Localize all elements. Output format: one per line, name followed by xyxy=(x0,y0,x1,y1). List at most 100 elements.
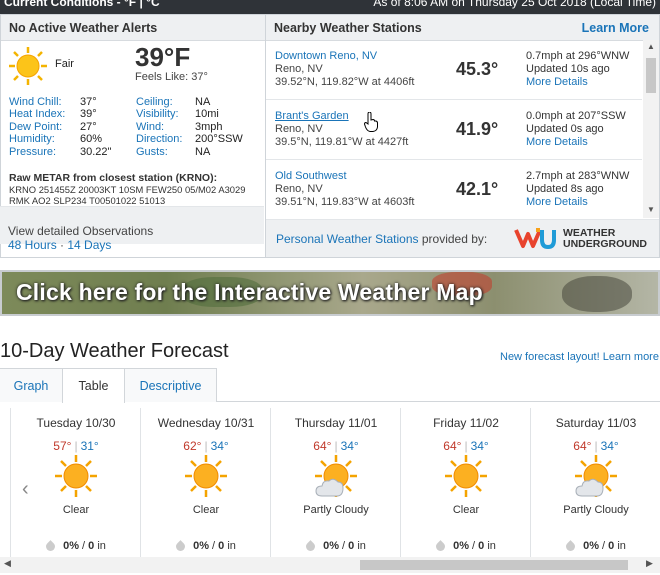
day-condition: Clear xyxy=(452,504,480,516)
metric-value: 37° xyxy=(80,96,97,108)
hi-lo: 62° | 34° xyxy=(141,439,271,453)
metric-value: NA xyxy=(195,96,211,108)
hi-lo-separator: | xyxy=(334,439,338,453)
raindrop-icon xyxy=(44,539,57,553)
metric-label[interactable]: Wind: xyxy=(136,121,195,133)
station-city: Reno, NV xyxy=(275,123,323,135)
station-name-link[interactable]: Brant's Garden xyxy=(275,110,349,122)
history-links: 48 Hours · 14 Days xyxy=(8,238,111,252)
station-updated: Updated 8s ago xyxy=(526,183,604,195)
precip-slash: / xyxy=(338,540,349,552)
station-list-scrollbar[interactable]: ▲ ▼ xyxy=(643,40,659,218)
metric-label[interactable]: Heat Index: xyxy=(9,108,80,120)
station-item: Downtown Reno, NV Reno, NV 39.52°N, 119.… xyxy=(266,40,642,100)
weather-underground-wordmark: WEATHER UNDERGROUND xyxy=(563,228,647,250)
sun-icon xyxy=(185,455,227,497)
station-location: 39.51°N, 119.83°W at 4603ft xyxy=(275,196,415,208)
new-layout-link[interactable]: New forecast layout! Learn more xyxy=(500,351,659,363)
precip: 0% / 0 in xyxy=(141,539,271,553)
forecast-day: Tuesday 10/30 57° | 31° Clear 0% / 0 in xyxy=(10,408,140,558)
scroll-thumb[interactable] xyxy=(646,58,656,93)
alerts-title: No Active Weather Alerts xyxy=(1,15,265,41)
forecast-day: Friday 11/02 64° | 34° Clear 0% / 0 in xyxy=(400,408,530,558)
more-details-link[interactable]: More Details xyxy=(526,76,588,88)
metric-label[interactable]: Pressure: xyxy=(9,146,80,158)
condition-text: Fair xyxy=(55,58,74,70)
tab-table[interactable]: Table xyxy=(62,368,125,403)
view-detailed-observations: View detailed Observations xyxy=(8,224,154,238)
scroll-down-arrow-icon[interactable]: ▼ xyxy=(647,205,655,214)
metric-value: 60% xyxy=(80,133,103,146)
scroll-left-arrow-icon[interactable]: ◀ xyxy=(4,558,11,569)
weather-underground-logo-icon[interactable] xyxy=(514,226,556,250)
station-name-link[interactable]: Downtown Reno, NV xyxy=(275,50,377,62)
metric-label[interactable]: Wind Chill: xyxy=(9,96,80,108)
station-updated: Updated 0s ago xyxy=(526,123,604,135)
precip-unit: in xyxy=(224,540,236,552)
precip-slash: / xyxy=(468,540,479,552)
current-conditions-bar: Current Conditions - °F | °C As of 8:06 … xyxy=(0,0,660,14)
metric-value: 39° xyxy=(80,108,97,121)
high-temp: 64° xyxy=(443,439,462,453)
forecast-scrollbar[interactable]: ◀ ▶ xyxy=(0,557,660,573)
tab-descriptive[interactable]: Descriptive xyxy=(124,368,217,402)
precip-chance: 0% xyxy=(63,540,79,552)
precip: 0% / 0 in xyxy=(11,539,141,553)
day-name: Friday 11/02 xyxy=(433,416,499,430)
metric-row: Heat Index: 39° Visibility: 10mi xyxy=(9,108,259,120)
metrics-grid: Wind Chill: 37° Ceiling: NA Heat Index: 39°… xyxy=(9,96,259,158)
station-name-link[interactable]: Old Southwest xyxy=(275,170,347,182)
units-toggle[interactable]: Current Conditions - °F | °C xyxy=(4,0,160,9)
day-condition: Clear xyxy=(62,504,90,516)
learn-more-link[interactable]: Learn More xyxy=(582,15,649,41)
low-temp: 34° xyxy=(340,439,359,453)
provided-by-text: provided by: xyxy=(418,232,488,246)
metric-label[interactable]: Ceiling: xyxy=(136,96,195,108)
forecast-day: Saturday 11/03 64° | 34° Partly Cloudy 0% / 0… xyxy=(530,408,660,558)
scroll-right-arrow-icon[interactable]: ▶ xyxy=(646,558,653,569)
precip-chance: 0% xyxy=(453,540,469,552)
metric-label[interactable]: Gusts: xyxy=(136,146,195,158)
metar-line: RMK AO2 SLP234 T00501022 51013 xyxy=(9,195,166,206)
station-item: Brant's Garden Reno, NV 39.5°N, 119.81°W… xyxy=(266,100,642,160)
more-details-link[interactable]: More Details xyxy=(526,196,588,208)
metric-value: 200°SSW xyxy=(195,133,243,146)
hi-lo: 64° | 34° xyxy=(531,439,660,453)
scroll-up-arrow-icon[interactable]: ▲ xyxy=(647,42,655,51)
metric-label[interactable]: Direction: xyxy=(136,133,195,145)
precip-slash: / xyxy=(78,540,89,552)
metric-label[interactable]: Visibility: xyxy=(136,108,195,120)
metric-label[interactable]: Humidity: xyxy=(9,133,80,145)
sun-icon xyxy=(55,455,97,497)
metric-value: 3mph xyxy=(195,120,223,133)
precip-chance: 0% xyxy=(583,540,599,552)
metric-label[interactable]: Dew Point: xyxy=(9,121,80,133)
48-hours-link[interactable]: 48 Hours xyxy=(8,238,57,252)
station-list[interactable]: Downtown Reno, NV Reno, NV 39.52°N, 119.… xyxy=(266,40,642,217)
precip-unit: in xyxy=(484,540,496,552)
scroll-thumb[interactable] xyxy=(360,560,628,570)
tab-graph[interactable]: Graph xyxy=(0,368,63,402)
metric-value: 27° xyxy=(80,120,97,133)
interactive-map-banner[interactable]: Click here for the Interactive Weather M… xyxy=(0,270,660,316)
more-details-link[interactable]: More Details xyxy=(526,136,588,148)
day-condition: Partly Cloudy xyxy=(563,504,629,516)
hi-lo-separator: | xyxy=(464,439,468,453)
station-wind: 2.7mph at 283°WNW xyxy=(526,170,630,182)
feels-like: Feels Like: 37° xyxy=(135,71,208,83)
station-city: Reno, NV xyxy=(275,183,323,195)
personal-weather-stations-link[interactable]: Personal Weather Stations xyxy=(276,232,419,246)
station-city: Reno, NV xyxy=(275,63,323,75)
day-condition: Clear xyxy=(192,504,220,516)
14-days-link[interactable]: 14 Days xyxy=(67,238,111,252)
metric-row: Dew Point: 27° Wind: 3mph xyxy=(9,121,259,133)
low-temp: 34° xyxy=(470,439,489,453)
dot-separator: · xyxy=(56,238,68,252)
pws-credit: Personal Weather Stations provided by: xyxy=(276,232,487,246)
partly-cloudy-icon xyxy=(575,455,617,497)
sun-icon xyxy=(445,455,487,497)
hi-lo-separator: | xyxy=(74,439,78,453)
raindrop-icon xyxy=(174,539,187,553)
station-item: Old Southwest Reno, NV 39.51°N, 119.83°W… xyxy=(266,160,642,217)
stations-title: Nearby Weather Stations xyxy=(274,21,422,35)
